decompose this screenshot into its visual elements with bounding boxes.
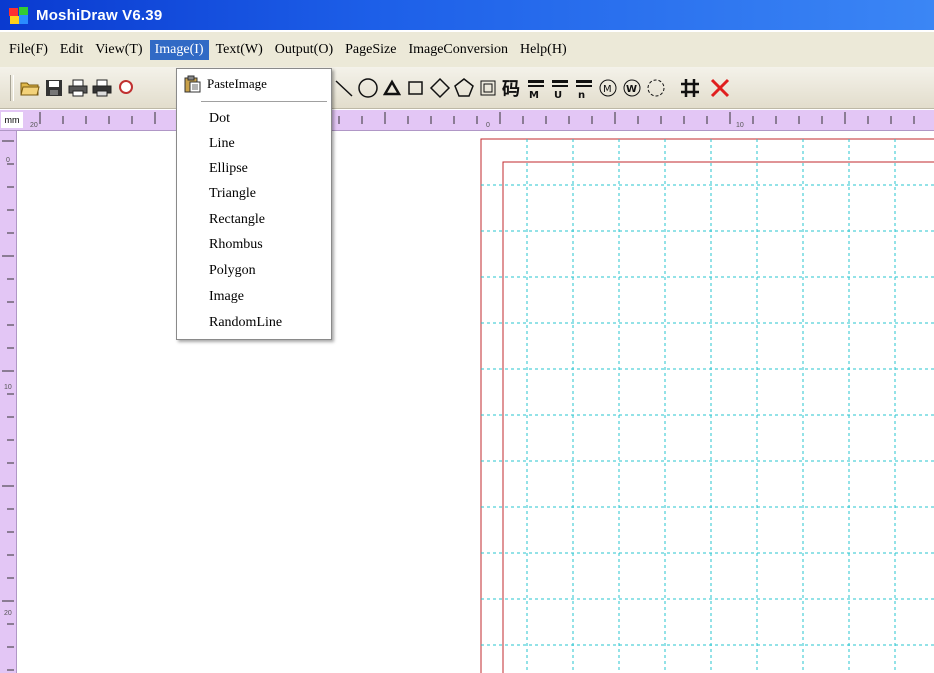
print-preview-icon[interactable] (90, 75, 114, 101)
ruler-label: 20 (4, 610, 12, 617)
horizontal-ruler-ticks: 20 0 10 (30, 112, 915, 129)
text-align-m-icon[interactable]: M (524, 75, 548, 101)
page-grid[interactable] (17, 131, 934, 673)
image-box-icon[interactable] (476, 75, 500, 101)
circle-icon[interactable] (356, 75, 380, 101)
ruler-label: 10 (736, 122, 744, 129)
dashed-circle-icon[interactable] (644, 75, 668, 101)
menu-bar: File(F) Edit View(T) Image(I) Text(W) Ou… (0, 32, 934, 68)
menu-item-triangle[interactable]: Triangle (209, 181, 256, 206)
rhombus-icon[interactable] (428, 75, 452, 101)
menu-separator (201, 101, 327, 102)
ruler-unit-label: mm (1, 112, 23, 128)
menu-help[interactable]: Help(H) (515, 40, 572, 60)
menu-item-line[interactable]: Line (209, 131, 235, 156)
menu-item-rhombus[interactable]: Rhombus (209, 232, 263, 257)
grid-hash-icon[interactable] (678, 75, 702, 101)
app-icon (9, 7, 28, 24)
menu-item-paste-image[interactable]: PasteImage (177, 71, 331, 97)
text-align-u-icon[interactable]: U (548, 75, 572, 101)
menu-item-polygon[interactable]: Polygon (209, 258, 256, 283)
circle-w-icon[interactable]: W (620, 75, 644, 101)
menu-item-label: PasteImage (207, 76, 267, 91)
svg-text:U: U (554, 90, 562, 99)
horizontal-ruler: 20 0 10 mm (0, 110, 934, 131)
toolbar-grip (10, 74, 14, 101)
menu-edit[interactable]: Edit (55, 40, 88, 60)
vertical-ruler-ticks: 0 10 20 (2, 140, 14, 671)
barcode-char-icon[interactable]: 码 (500, 75, 524, 101)
vertical-ruler: 0 10 20 (0, 131, 17, 673)
svg-text:M: M (529, 90, 539, 99)
svg-text:码: 码 (502, 79, 520, 99)
menu-output[interactable]: Output(O) (270, 40, 338, 60)
page-outer-border (480, 138, 934, 673)
svg-text:n: n (578, 90, 585, 99)
ruler-label: 20 (30, 122, 38, 129)
triangle-icon[interactable] (380, 75, 404, 101)
ruler-label: 0 (6, 157, 10, 164)
menu-image[interactable]: Image(I) (149, 39, 209, 60)
window-title: MoshiDraw V6.39 (36, 6, 163, 24)
menu-item-dot[interactable]: Dot (209, 106, 230, 131)
ruler-label: 0 (486, 122, 490, 129)
square-icon[interactable] (404, 75, 428, 101)
menu-item-randomline[interactable]: RandomLine (209, 310, 282, 335)
title-bar: MoshiDraw V6.39 (0, 0, 934, 30)
svg-text:M: M (603, 84, 612, 95)
svg-text:W: W (626, 84, 637, 95)
menu-pagesize[interactable]: PageSize (340, 40, 401, 60)
menu-item-ellipse[interactable]: Ellipse (209, 156, 248, 181)
ruler-label: 10 (4, 384, 12, 391)
circle-m-icon[interactable]: M (596, 75, 620, 101)
clipboard-paste-icon (184, 75, 201, 93)
open-folder-icon[interactable] (18, 75, 42, 101)
menu-file[interactable]: File(F) (4, 40, 53, 60)
menu-item-image[interactable]: Image (209, 284, 244, 309)
menu-imageconversion[interactable]: ImageConversion (403, 40, 513, 60)
diagonal-line-icon[interactable] (332, 75, 356, 101)
menu-item-rectangle[interactable]: Rectangle (209, 207, 265, 232)
drawing-canvas[interactable] (17, 131, 934, 673)
menu-text[interactable]: Text(W) (211, 40, 268, 60)
pentagon-icon[interactable] (452, 75, 476, 101)
toolbar: 码 M U n M W (0, 67, 934, 109)
text-align-n-icon[interactable]: n (572, 75, 596, 101)
delete-x-icon[interactable] (708, 75, 732, 101)
zoom-icon[interactable] (114, 75, 138, 101)
menu-view[interactable]: View(T) (90, 40, 147, 60)
print-icon[interactable] (66, 75, 90, 101)
save-disk-icon[interactable] (42, 75, 66, 101)
image-menu-dropdown: PasteImage Dot Line Ellipse Triangle Rec… (176, 68, 332, 340)
